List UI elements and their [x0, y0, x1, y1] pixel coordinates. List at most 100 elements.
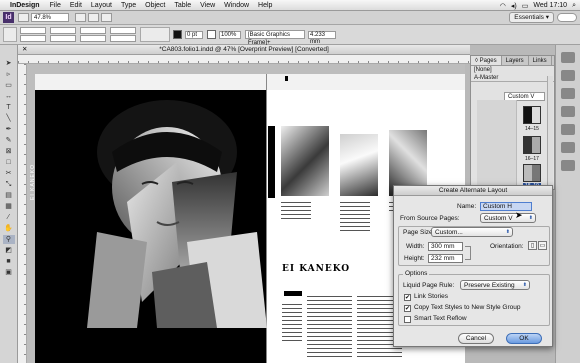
close-tab-icon[interactable]: ✕ [22, 45, 27, 55]
direct-selection-tool-icon[interactable]: ▹ [3, 70, 15, 79]
landscape-icon[interactable]: ▭ [538, 241, 547, 250]
spread-thumb-1[interactable] [523, 106, 541, 124]
selection-tool-icon[interactable]: ➤ [3, 59, 15, 68]
battery-icon[interactable]: ▭ [522, 2, 529, 10]
tab-links[interactable]: Links [529, 56, 552, 65]
width-input[interactable]: 300 mm [428, 242, 463, 251]
pencil-tool-icon[interactable]: ✎ [3, 136, 15, 145]
smart-reflow-checkbox[interactable] [404, 316, 411, 323]
gradient-tool-icon[interactable]: ▤ [3, 191, 15, 200]
color-panel-icon[interactable] [561, 124, 575, 135]
spread-thumb-2[interactable] [523, 136, 541, 154]
thumbnail-image-1[interactable] [281, 126, 329, 196]
clock[interactable]: Wed 17:10 [533, 2, 567, 9]
type-tool-icon[interactable]: T [3, 103, 15, 112]
copy-styles-checkbox[interactable]: ✔ [404, 305, 411, 312]
arrange-documents-button[interactable] [101, 13, 112, 22]
rotate-field[interactable] [110, 26, 136, 34]
cancel-button[interactable]: Cancel [458, 333, 494, 344]
from-source-select[interactable]: Custom V ⬍ [480, 213, 536, 223]
ok-button[interactable]: OK [506, 333, 542, 344]
menu-layout[interactable]: Layout [91, 2, 112, 9]
vertical-ruler[interactable] [18, 64, 27, 363]
free-transform-tool-icon[interactable]: ⤡ [3, 180, 15, 189]
orientation-label: Orientation: [490, 243, 524, 250]
opacity-field[interactable]: 100% [219, 30, 241, 39]
w-field[interactable] [50, 26, 76, 34]
tab-layers[interactable]: Layers [502, 56, 529, 65]
stroke-panel-icon[interactable] [561, 106, 575, 117]
links-panel-icon[interactable] [561, 88, 575, 99]
rectangle-frame-tool-icon[interactable]: ⊠ [3, 147, 15, 156]
spread-thumb-3[interactable] [523, 164, 541, 182]
dimension-field[interactable]: 4.233 mm [308, 30, 336, 45]
menu-view[interactable]: View [200, 2, 215, 9]
wifi-icon[interactable]: ◠ [500, 2, 506, 10]
object-style-select[interactable]: [Basic Graphics Frame]+ [245, 30, 305, 46]
fill-swatch[interactable] [173, 30, 182, 39]
view-options-button[interactable] [75, 13, 86, 22]
reference-point-icon[interactable] [3, 27, 17, 42]
menu-help[interactable]: Help [258, 2, 272, 9]
menu-window[interactable]: Window [224, 2, 249, 9]
menu-type[interactable]: Type [121, 2, 136, 9]
x-field[interactable] [20, 26, 46, 34]
menu-object[interactable]: Object [145, 2, 165, 9]
document-tab[interactable]: ✕ *CA803.folio1.indd @ 47% [Overprint Pr… [18, 45, 470, 55]
swatches-panel-icon[interactable] [561, 142, 575, 153]
layers-panel-icon[interactable] [561, 70, 575, 81]
left-page-vertical-title: EI KANEKO [30, 164, 36, 200]
h-field[interactable] [50, 34, 76, 42]
screen-mode-button[interactable] [88, 13, 99, 22]
search-field[interactable] [557, 13, 577, 22]
link-stories-checkbox[interactable]: ✔ [404, 294, 411, 301]
line-tool-icon[interactable]: ╲ [3, 114, 15, 123]
workspace-switcher[interactable]: Essentials ▾ [509, 12, 554, 23]
pages-panel-icon[interactable] [561, 52, 575, 63]
gap-tool-icon[interactable]: ↔ [3, 92, 15, 101]
fill-stroke-icon[interactable]: ◩ [3, 246, 15, 255]
collage-artwork[interactable] [67, 92, 267, 328]
transform-buttons[interactable] [140, 27, 170, 42]
page-tool-icon[interactable]: ▭ [3, 81, 15, 90]
stroke-swatch[interactable] [207, 30, 216, 39]
author-bio-text [282, 304, 302, 344]
horizontal-ruler[interactable] [18, 55, 470, 64]
bridge-button[interactable] [18, 13, 29, 22]
page-size-select[interactable]: Custom... ⬍ [431, 227, 513, 237]
chevron-updown-icon: ⬍ [505, 229, 510, 235]
master-a[interactable]: A-Master [471, 74, 554, 82]
portrait-icon[interactable]: ▯ [528, 241, 537, 250]
scale-x-field[interactable] [80, 26, 106, 34]
menu-file[interactable]: File [50, 2, 61, 9]
app-menu[interactable]: InDesign [10, 2, 40, 9]
volume-icon[interactable]: ◂) [511, 2, 517, 10]
thumbnail-image-2[interactable] [340, 134, 378, 196]
hand-tool-icon[interactable]: ✋ [3, 224, 15, 233]
liquid-page-rule-select[interactable]: Preserve Existing ⬍ [460, 280, 530, 290]
scissors-tool-icon[interactable]: ✂ [3, 169, 15, 178]
name-input[interactable]: Custom H [480, 202, 532, 211]
normal-mode-icon[interactable]: ▣ [3, 268, 15, 277]
pen-tool-icon[interactable]: ✒ [3, 125, 15, 134]
stroke-weight-field[interactable]: 0 pt [185, 30, 203, 39]
menu-edit[interactable]: Edit [70, 2, 82, 9]
note-tool-icon[interactable]: ▦ [3, 202, 15, 211]
shear-field[interactable] [110, 34, 136, 42]
rectangle-tool-icon[interactable]: □ [3, 158, 15, 167]
pages-scrollbar[interactable] [547, 76, 553, 188]
zoom-field[interactable]: 47.8% [31, 13, 69, 22]
tab-pages[interactable]: ◊ Pages [471, 56, 502, 65]
caption-text-1 [281, 202, 311, 222]
master-none[interactable]: [None] [471, 66, 554, 74]
menu-table[interactable]: Table [174, 2, 191, 9]
y-field[interactable] [20, 34, 46, 42]
apply-color-icon[interactable]: ■ [3, 257, 15, 266]
height-input[interactable]: 232 mm [428, 254, 463, 263]
spotlight-icon[interactable]: ⌕ [572, 2, 576, 10]
zoom-tool-icon[interactable]: ⚲ [2, 235, 15, 244]
eyedropper-tool-icon[interactable]: ⁄ [3, 213, 15, 222]
scale-y-field[interactable] [80, 34, 106, 42]
constrain-proportions-icon[interactable] [465, 246, 471, 260]
effects-panel-icon[interactable] [561, 160, 575, 171]
